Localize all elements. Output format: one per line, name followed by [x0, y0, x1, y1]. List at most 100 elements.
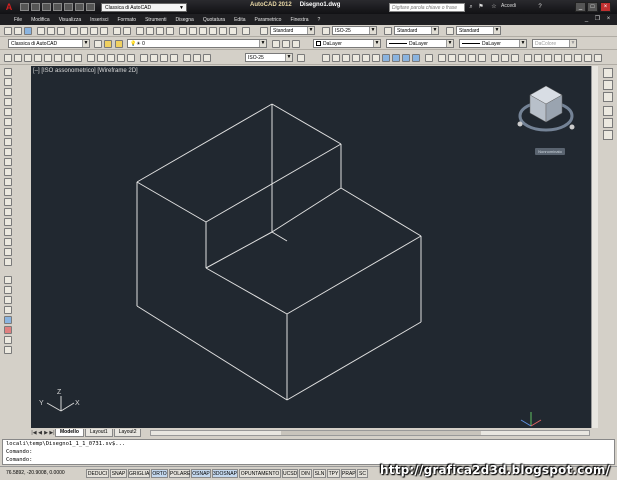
doc-restore-button[interactable]: ❐ — [593, 15, 602, 23]
ellipse-arc-icon[interactable] — [4, 168, 12, 176]
menu-quotatura[interactable]: Quotatura — [203, 17, 225, 23]
redo-icon[interactable] — [123, 27, 131, 35]
zoom-window-icon[interactable] — [156, 27, 164, 35]
erase-icon[interactable] — [4, 276, 12, 284]
layer-select[interactable]: 💡☀ 0 ▼ — [127, 39, 267, 48]
ucs-previous-icon[interactable] — [544, 54, 552, 62]
point-icon[interactable] — [4, 198, 12, 206]
ellipse-icon[interactable] — [4, 158, 12, 166]
menu-strumenti[interactable]: Strumenti — [145, 17, 166, 23]
communication-center-icon[interactable]: ⚑ — [477, 4, 485, 11]
menu-formato[interactable]: Formato — [117, 17, 136, 23]
ucs-icon[interactable] — [524, 54, 532, 62]
linear-dimension-icon[interactable] — [4, 54, 12, 62]
zoom-previous-icon[interactable] — [166, 27, 174, 35]
materials-icon[interactable] — [4, 336, 12, 344]
undo-icon[interactable] — [75, 3, 84, 11]
baseline-dimension-icon[interactable] — [97, 54, 105, 62]
visual-style-hidden-icon[interactable] — [458, 54, 466, 62]
status-sln[interactable]: SLN — [313, 469, 326, 478]
pan-icon[interactable] — [136, 27, 144, 35]
print-icon[interactable] — [64, 3, 73, 11]
command-line[interactable]: locali\temp\Disegno1_1_1_0731.sv$... Com… — [2, 439, 615, 465]
bring-front-icon[interactable] — [603, 80, 613, 90]
coordinates-readout[interactable]: 76.5892, -20.9008, 0.0000 — [6, 470, 65, 476]
copy-icon[interactable] — [80, 27, 88, 35]
text-front-icon[interactable] — [603, 106, 613, 116]
status-snap[interactable]: SNAP — [110, 469, 127, 478]
autocad-logo-icon[interactable]: A — [0, 0, 18, 14]
search-icon[interactable]: ⌕ — [467, 4, 475, 11]
mirror-icon[interactable] — [4, 296, 12, 304]
user-icon[interactable] — [493, 4, 501, 11]
menu-edita[interactable]: Edita — [234, 17, 245, 23]
color-select[interactable]: DaLayer ▼ — [313, 39, 381, 48]
spline-icon[interactable] — [4, 148, 12, 156]
lights-icon[interactable] — [4, 346, 12, 354]
view-bottom-icon[interactable] — [332, 54, 340, 62]
menu-finestra[interactable]: Finestra — [290, 17, 308, 23]
jogged-linear-icon[interactable] — [170, 54, 178, 62]
view-sw-iso-icon[interactable] — [382, 54, 390, 62]
line-icon[interactable] — [4, 68, 12, 76]
view-se-iso-icon[interactable] — [392, 54, 400, 62]
zoom-realtime-icon[interactable] — [146, 27, 154, 35]
maximize-button[interactable]: □ — [587, 2, 598, 12]
scrollbar-thumb[interactable] — [281, 431, 481, 435]
tolerance-icon[interactable] — [140, 54, 148, 62]
view-top-icon[interactable] — [322, 54, 330, 62]
login-link[interactable]: Accedi — [501, 3, 516, 9]
add-selected-icon[interactable] — [4, 258, 12, 266]
layer-on-icon[interactable] — [115, 40, 123, 48]
draw-order-icon[interactable] — [603, 68, 613, 78]
send-back-icon[interactable] — [603, 92, 613, 102]
ucs-view-icon[interactable] — [574, 54, 582, 62]
make-block-icon[interactable] — [4, 188, 12, 196]
new-icon[interactable] — [4, 27, 12, 35]
help-icon[interactable]: ? — [536, 4, 544, 11]
calculator-icon[interactable] — [229, 27, 237, 35]
view-back-icon[interactable] — [372, 54, 380, 62]
sheet-set-icon[interactable] — [209, 27, 217, 35]
horizontal-scrollbar[interactable] — [150, 430, 590, 436]
save-icon[interactable] — [24, 27, 32, 35]
saveas-icon[interactable] — [53, 3, 62, 11]
ucs-menu-label[interactable]: Nonnominato — [535, 148, 565, 155]
lineweight-select[interactable]: DaLayer ▼ — [459, 39, 527, 48]
menu-file[interactable]: File — [14, 17, 22, 23]
circle-icon[interactable] — [4, 128, 12, 136]
hatch-icon[interactable] — [4, 208, 12, 216]
dim-style-select-2[interactable]: ISO-25 ▼ — [245, 53, 293, 62]
status-osnap[interactable]: OSNAP — [191, 469, 211, 478]
jogged-dimension-icon[interactable] — [54, 54, 62, 62]
ucs-face-icon[interactable] — [554, 54, 562, 62]
hatch-back-icon[interactable] — [603, 130, 613, 140]
dimension-update-icon[interactable] — [203, 54, 211, 62]
visual-style-conceptual-icon[interactable] — [478, 54, 486, 62]
design-center-icon[interactable] — [189, 27, 197, 35]
open-icon[interactable] — [14, 27, 22, 35]
arc-length-icon[interactable] — [24, 54, 32, 62]
revision-cloud-icon[interactable] — [4, 138, 12, 146]
insert-block-icon[interactable] — [4, 178, 12, 186]
workspace-select[interactable]: Classica di AutoCAD ▼ — [101, 2, 187, 12]
tab-modello[interactable]: Modello — [55, 428, 84, 437]
vertical-scrollbar[interactable] — [591, 66, 598, 428]
status-3dosnap[interactable]: 3DOSNAP — [212, 469, 238, 478]
ordinate-dimension-icon[interactable] — [34, 54, 42, 62]
visual-style-3d-icon[interactable] — [448, 54, 456, 62]
render-icon[interactable] — [4, 326, 12, 334]
status-tpy[interactable]: TPY — [327, 469, 340, 478]
dimension-text-edit-icon[interactable] — [193, 54, 201, 62]
status-din[interactable]: DIN — [299, 469, 312, 478]
status-sc[interactable]: SC — [357, 469, 368, 478]
match-properties-icon[interactable] — [100, 27, 108, 35]
aligned-dimension-icon[interactable] — [14, 54, 22, 62]
continue-dimension-icon[interactable] — [107, 54, 115, 62]
rectangle-icon[interactable] — [4, 108, 12, 116]
text-style-select[interactable]: Standard ▼ — [270, 26, 315, 35]
viewcube[interactable] — [517, 85, 575, 132]
status-deduci[interactable]: DEDUCI — [86, 469, 109, 478]
preview-icon[interactable] — [47, 27, 55, 35]
diameter-dimension-icon[interactable] — [64, 54, 72, 62]
